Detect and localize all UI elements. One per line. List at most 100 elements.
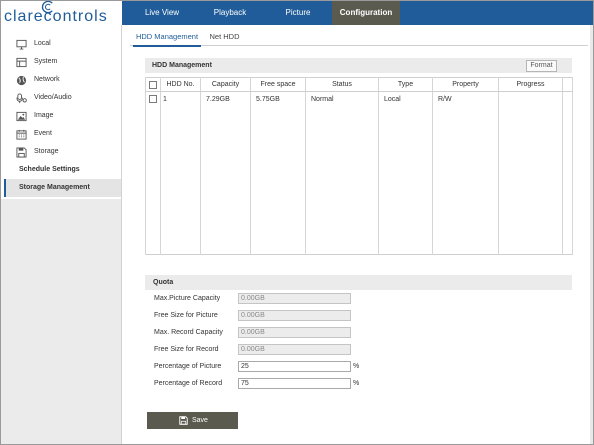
sidebar-item-schedule-settings[interactable]: Schedule Settings: [4, 161, 121, 179]
max-picture-capacity-label: Max.Picture Capacity: [154, 295, 221, 302]
percentage-picture-label: Percentage of Picture: [154, 363, 222, 370]
microphone-camera-icon: [16, 93, 27, 104]
sidebar-item-label: System: [34, 58, 58, 65]
monitor-icon: [16, 39, 27, 50]
globe-icon: [16, 75, 27, 86]
form-row-free-size-picture: Free Size for Picture: [154, 309, 384, 322]
column-header-capacity: Capacity: [200, 77, 251, 92]
nav-picture[interactable]: Picture: [264, 0, 332, 25]
column-header-progress: Progress: [498, 77, 563, 92]
free-size-picture-label: Free Size for Picture: [154, 312, 218, 319]
filler-cell: [145, 106, 161, 255]
max-picture-capacity-input: [238, 293, 351, 304]
nav-live-view[interactable]: Live View: [128, 0, 196, 25]
filler-cell: [562, 106, 573, 255]
cell-capacity: 7.29GB: [200, 91, 251, 107]
cell-type: Local: [378, 91, 433, 107]
column-header-spacer: [562, 77, 573, 92]
top-nav-bar: Live View Playback Picture Configuration: [122, 0, 594, 25]
form-row-free-size-record: Free Size for Record: [154, 343, 384, 356]
nav-playback[interactable]: Playback: [196, 0, 264, 25]
sidebar-item-system[interactable]: System: [4, 53, 121, 71]
max-record-capacity-input: [238, 327, 351, 338]
sidebar-item-label: Schedule Settings: [19, 166, 80, 173]
form-row-percentage-picture: Percentage of Picture %: [154, 360, 384, 373]
sidebar-item-label: Video/Audio: [34, 94, 72, 101]
tab-bar: HDD Management Net HDD: [130, 29, 588, 47]
filler-cell: [378, 106, 433, 255]
sidebar-item-image[interactable]: Image: [4, 107, 121, 125]
save-button[interactable]: Save: [147, 412, 238, 429]
sidebar-item-label: Network: [34, 76, 60, 83]
free-size-record-input: [238, 344, 351, 355]
form-row-percentage-record: Percentage of Record %: [154, 377, 384, 390]
quota-section-title: Quota: [153, 279, 174, 286]
format-button[interactable]: Format: [526, 60, 557, 72]
free-size-picture-input: [238, 310, 351, 321]
sidebar-item-label: Event: [34, 130, 52, 137]
select-all-checkbox[interactable]: [149, 80, 157, 89]
sidebar-item-local[interactable]: Local: [4, 35, 121, 53]
sidebar-item-storage[interactable]: Storage: [4, 143, 121, 161]
tab-hdd-management[interactable]: HDD Management: [133, 29, 201, 47]
cell-status: Normal: [305, 91, 379, 107]
column-header-property: Property: [432, 77, 499, 92]
table-filler-row: [145, 106, 573, 255]
hdd-management-panel: HDD Management Format HDD No. Capacity F…: [145, 58, 573, 258]
hdd-section-title: HDD Management: [152, 62, 212, 69]
column-header-type: Type: [378, 77, 433, 92]
image-icon: [16, 111, 27, 122]
column-header-free-space: Free space: [250, 77, 306, 92]
sidebar-item-video-audio[interactable]: Video/Audio: [4, 89, 121, 107]
logo-text: clarecontrols: [4, 8, 108, 25]
calendar-icon: [16, 129, 27, 140]
column-header-status: Status: [305, 77, 379, 92]
percentage-record-label: Percentage of Record: [154, 380, 223, 387]
sidebar-item-label: Storage: [34, 148, 59, 155]
filler-cell: [432, 106, 499, 255]
filler-cell: [200, 106, 251, 255]
nav-configuration[interactable]: Configuration: [332, 0, 400, 25]
free-size-record-label: Free Size for Record: [154, 346, 219, 353]
floppy-disk-icon: [179, 416, 188, 425]
cell-progress: [498, 91, 563, 107]
row-checkbox[interactable]: [149, 95, 157, 104]
filler-cell: [498, 106, 563, 255]
sidebar-item-label: Local: [34, 40, 51, 47]
filler-cell: [160, 106, 201, 255]
table-row[interactable]: 1 7.29GB 5.75GB Normal Local R/W: [145, 91, 573, 107]
sidebar-item-event[interactable]: Event: [4, 125, 121, 143]
sidebar-item-label: Storage Management: [19, 184, 90, 191]
percentage-record-unit: %: [353, 380, 360, 387]
filler-cell: [250, 106, 306, 255]
form-row-max-picture-capacity: Max.Picture Capacity: [154, 292, 384, 305]
quota-section-header: Quota: [145, 275, 572, 290]
cell-free-space: 5.75GB: [250, 91, 306, 107]
max-record-capacity-label: Max. Record Capacity: [154, 329, 223, 336]
brand-logo: clarecontrols: [0, 0, 122, 25]
form-row-max-record-capacity: Max. Record Capacity: [154, 326, 384, 339]
percentage-picture-input[interactable]: [238, 361, 351, 372]
sidebar-item-network[interactable]: Network: [4, 71, 121, 89]
column-header-hdd-no: HDD No.: [160, 77, 201, 92]
percentage-picture-unit: %: [353, 363, 360, 370]
storage-disk-icon: [16, 147, 27, 158]
system-window-icon: [16, 57, 27, 68]
sidebar-menu: Local System Network Video/Audio Image E…: [0, 25, 121, 199]
sidebar: Local System Network Video/Audio Image E…: [0, 25, 122, 445]
row-select-cell: [145, 91, 161, 107]
hdd-table: HDD No. Capacity Free space Status Type …: [145, 77, 573, 255]
filler-cell: [305, 106, 379, 255]
sidebar-item-storage-management[interactable]: Storage Management: [4, 179, 121, 197]
tab-net-hdd[interactable]: Net HDD: [203, 29, 246, 47]
content-pane: HDD Management Net HDD HDD Management Fo…: [122, 25, 590, 445]
cell-spacer: [562, 91, 573, 107]
cell-property: R/W: [432, 91, 499, 107]
table-header-row: HDD No. Capacity Free space Status Type …: [145, 77, 573, 92]
hdd-section-header: HDD Management Format: [145, 58, 572, 73]
save-button-label: Save: [192, 417, 208, 424]
percentage-record-input[interactable]: [238, 378, 351, 389]
select-all-cell: [145, 77, 161, 92]
cell-hdd-no: 1: [160, 91, 201, 107]
sidebar-item-label: Image: [34, 112, 54, 119]
